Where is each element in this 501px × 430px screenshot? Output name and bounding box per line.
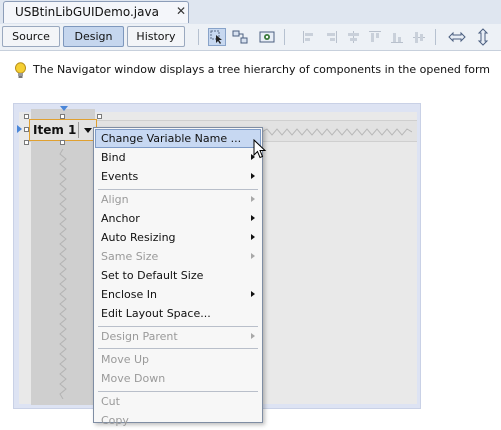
menu-separator [98, 348, 258, 349]
menu-item-anchor[interactable]: Anchor [95, 209, 261, 228]
menu-item-change-variable-name[interactable]: Change Variable Name ... [95, 129, 261, 148]
toolbar-separator [198, 29, 199, 45]
menu-item-component[interactable]: Item 1 [29, 119, 97, 141]
change-horizontal-resizability-icon[interactable] [448, 28, 466, 46]
menu-item-label: Item 1 [33, 123, 77, 137]
align-right-icon[interactable] [322, 28, 340, 46]
dropdown-arrow-icon[interactable] [84, 128, 92, 133]
submenu-arrow-icon [251, 253, 255, 259]
align-top-icon[interactable] [366, 28, 384, 46]
menu-item-set-default-size[interactable]: Set to Default Size [95, 266, 261, 285]
align-left-icon[interactable] [300, 28, 318, 46]
menu-item-bind[interactable]: Bind [95, 148, 261, 167]
selection-mode-icon[interactable] [208, 28, 226, 46]
connection-mode-icon[interactable] [231, 28, 249, 46]
source-tab-button[interactable]: Source [2, 26, 60, 47]
submenu-arrow-icon [251, 173, 255, 179]
context-menu: Change Variable Name ... Bind Events Ali… [93, 127, 263, 427]
toolbar-separator [435, 29, 436, 45]
layout-gap-marker [59, 149, 67, 399]
menu-item-copy[interactable]: Copy [95, 411, 261, 430]
submenu-arrow-icon [251, 215, 255, 221]
layout-gap-marker [262, 128, 412, 136]
menu-item-auto-resizing[interactable]: Auto Resizing [95, 228, 261, 247]
resize-handle[interactable] [24, 114, 29, 119]
menu-item-design-parent[interactable]: Design Parent [95, 327, 261, 346]
preview-design-icon[interactable] [258, 28, 276, 46]
resize-handle[interactable] [60, 140, 65, 145]
design-tab-button[interactable]: Design [63, 26, 124, 47]
file-tab[interactable]: USBtinLibGUIDemo.java ✕ [3, 1, 189, 23]
design-toolbar: Source Design History [0, 24, 501, 51]
menu-item-same-size[interactable]: Same Size [95, 247, 261, 266]
history-tab-button[interactable]: History [127, 26, 185, 47]
hint-bar: The Navigator window displays a tree hie… [0, 51, 501, 89]
dropdown-divider [78, 122, 79, 138]
menu-item-move-up[interactable]: Move Up [95, 350, 261, 369]
lightbulb-icon [14, 62, 27, 82]
close-tab-icon[interactable]: ✕ [176, 4, 186, 18]
submenu-arrow-icon [251, 234, 255, 240]
toolbar-separator [284, 29, 285, 45]
resize-handle[interactable] [60, 114, 65, 119]
menu-item-events[interactable]: Events [95, 167, 261, 186]
align-bottom-icon[interactable] [388, 28, 406, 46]
resize-handle[interactable] [24, 127, 29, 132]
center-vertically-icon[interactable] [410, 28, 428, 46]
resize-handle[interactable] [24, 140, 29, 145]
menu-item-enclose-in[interactable]: Enclose In [95, 285, 261, 304]
center-horizontally-icon[interactable] [344, 28, 362, 46]
submenu-arrow-icon [251, 291, 255, 297]
change-vertical-resizability-icon[interactable] [474, 28, 492, 46]
mouse-cursor-icon [253, 139, 267, 159]
file-tab-title: USBtinLibGUIDemo.java [15, 5, 159, 19]
editor-tab-strip: USBtinLibGUIDemo.java ✕ [0, 0, 501, 25]
menu-item-align[interactable]: Align [95, 190, 261, 209]
submenu-arrow-icon [251, 196, 255, 202]
resize-handle[interactable] [97, 114, 102, 119]
menu-item-cut[interactable]: Cut [95, 392, 261, 411]
anchor-marker-icon [17, 125, 22, 133]
menu-item-move-down[interactable]: Move Down [95, 369, 261, 388]
submenu-arrow-icon [251, 333, 255, 339]
menu-item-edit-layout-space[interactable]: Edit Layout Space... [95, 304, 261, 323]
hint-text: The Navigator window displays a tree hie… [33, 63, 490, 76]
anchor-marker-icon [60, 106, 68, 111]
